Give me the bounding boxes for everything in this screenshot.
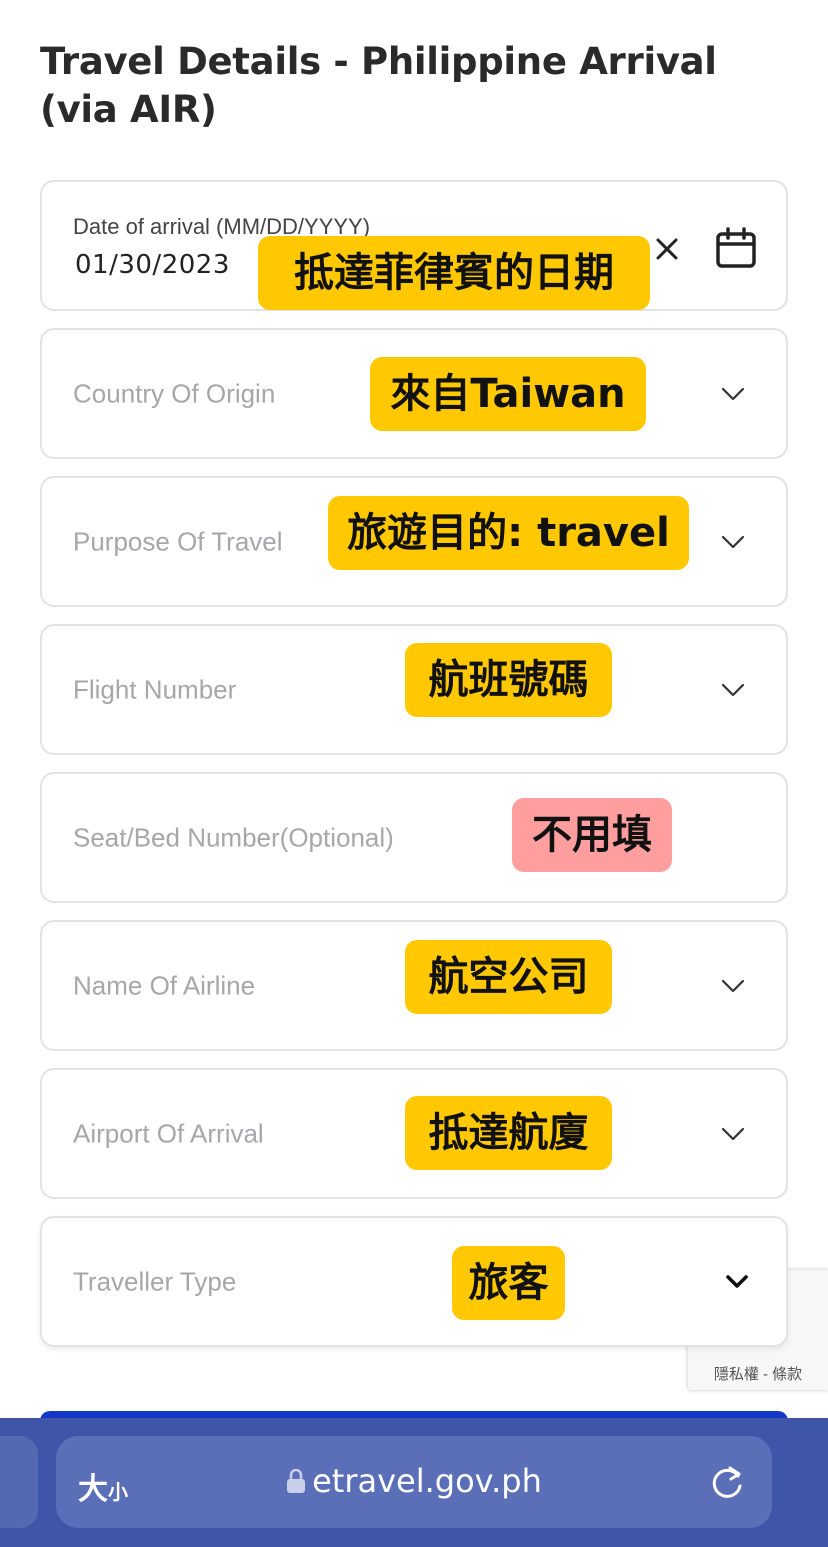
airline-annotation: 航空公司 bbox=[405, 940, 612, 1014]
traveller-type-placeholder: Traveller Type bbox=[73, 1266, 237, 1296]
browser-address-bar: 大小 etravel.gov.ph bbox=[0, 1418, 828, 1547]
seat-bed-number-placeholder: Seat/Bed Number(Optional) bbox=[73, 822, 394, 852]
country-of-origin-placeholder: Country Of Origin bbox=[73, 378, 276, 408]
chevron-down-icon[interactable] bbox=[722, 1267, 752, 1297]
purpose-annotation: 旅遊目的: travel bbox=[328, 496, 689, 570]
date-annotation: 抵達菲律賓的日期 bbox=[258, 236, 650, 310]
airport-annotation: 抵達航廈 bbox=[405, 1096, 612, 1170]
purpose-of-travel-placeholder: Purpose Of Travel bbox=[73, 526, 283, 556]
seat-annotation: 不用填 bbox=[512, 798, 672, 872]
flight-number-annotation: 航班號碼 bbox=[405, 643, 612, 717]
name-of-airline-placeholder: Name Of Airline bbox=[73, 970, 256, 1000]
chevron-down-icon[interactable] bbox=[718, 675, 748, 705]
url-box[interactable]: 大小 etravel.gov.ph bbox=[56, 1436, 772, 1528]
seat-bed-number-input[interactable]: Seat/Bed Number(Optional) bbox=[40, 772, 788, 903]
url-text: etravel.gov.ph bbox=[312, 1462, 542, 1500]
airport-of-arrival-placeholder: Airport Of Arrival bbox=[73, 1118, 264, 1148]
chevron-down-icon[interactable] bbox=[718, 379, 748, 409]
lock-icon bbox=[286, 1464, 306, 1493]
clear-icon[interactable] bbox=[654, 236, 680, 262]
date-of-arrival-value[interactable]: 01/30/2023 bbox=[75, 250, 230, 280]
chevron-down-icon[interactable] bbox=[718, 1119, 748, 1149]
traveller-type-annotation: 旅客 bbox=[452, 1246, 565, 1320]
page-title: Travel Details - Philippine Arrival (via… bbox=[40, 40, 717, 131]
previous-tab[interactable] bbox=[0, 1436, 38, 1528]
calendar-icon[interactable] bbox=[714, 226, 758, 270]
url-display[interactable]: etravel.gov.ph bbox=[56, 1462, 772, 1500]
chevron-down-icon[interactable] bbox=[718, 971, 748, 1001]
traveller-type-select[interactable]: Traveller Type bbox=[40, 1216, 788, 1347]
chevron-down-icon[interactable] bbox=[718, 527, 748, 557]
country-annotation: 來自Taiwan bbox=[370, 357, 646, 431]
flight-number-placeholder: Flight Number bbox=[73, 674, 237, 704]
reload-icon[interactable] bbox=[708, 1462, 746, 1502]
recaptcha-privacy-terms-link[interactable]: 隱私權 - 條款 bbox=[688, 1363, 828, 1384]
